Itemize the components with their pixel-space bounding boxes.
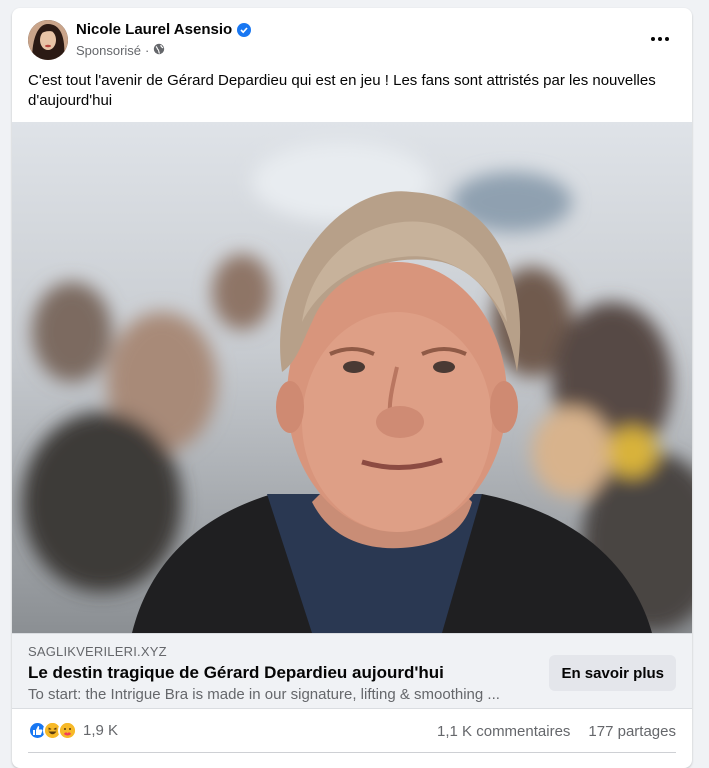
author-name-row: Nicole Laurel Asensio [76, 21, 252, 38]
link-description: To start: the Intrigue Bra is made in ou… [28, 686, 500, 703]
reactions-summary[interactable]: 1,9 K [28, 721, 118, 740]
link-preview[interactable]: SAGLIKVERILERI.XYZ Le destin tragique de… [12, 633, 692, 709]
globe-icon[interactable] [153, 43, 165, 58]
post-meta: Sponsorisé · [76, 43, 165, 58]
post-image[interactable] [12, 122, 692, 633]
learn-more-button[interactable]: En savoir plus [549, 655, 676, 691]
more-horizontal-icon [651, 37, 655, 41]
shares-count[interactable]: 177 partages [588, 723, 676, 740]
sponsored-post-card: Nicole Laurel Asensio Sponsorisé · C'est… [12, 8, 692, 768]
care-icon [58, 721, 77, 740]
sponsored-label[interactable]: Sponsorisé [76, 43, 141, 58]
engagement-bar: 1,9 K 1,1 K commentaires 177 partages [12, 709, 692, 753]
reactions-count[interactable]: 1,9 K [83, 722, 118, 739]
post-text: C'est tout l'avenir de Gérard Depardieu … [28, 72, 656, 109]
engagement-counts: 1,1 K commentaires 177 partages [437, 723, 676, 740]
author-name[interactable]: Nicole Laurel Asensio [76, 21, 232, 38]
link-title[interactable]: Le destin tragique de Gérard Depardieu a… [28, 663, 444, 683]
link-domain: SAGLIKVERILERI.XYZ [28, 644, 167, 659]
divider [28, 752, 676, 753]
comments-count[interactable]: 1,1 K commentaires [437, 723, 570, 740]
more-options-button[interactable] [642, 24, 678, 54]
author-avatar[interactable] [28, 20, 68, 60]
meta-separator: · [145, 43, 150, 58]
verified-badge-icon [237, 22, 252, 37]
post-header: Nicole Laurel Asensio Sponsorisé · [12, 8, 692, 70]
